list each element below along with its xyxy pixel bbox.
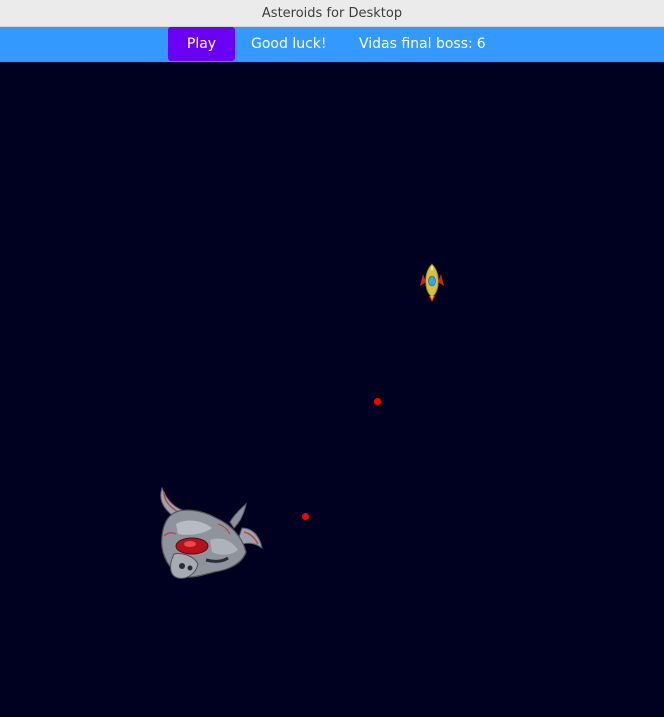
bullet-icon <box>374 398 381 405</box>
game-canvas[interactable] <box>0 62 664 717</box>
bullet-icon <box>302 513 309 520</box>
boss-lives-value: 6 <box>476 36 486 52</box>
toolbar: Play Good luck! Vidas final boss: 6 <box>0 27 664 62</box>
boss-lives-display: Vidas final boss: 6 <box>359 27 486 61</box>
player-ship-icon <box>420 263 444 302</box>
game-window: Asteroids for Desktop Play Good luck! Vi… <box>0 0 664 717</box>
window-title: Asteroids for Desktop <box>261 6 403 21</box>
status-message: Good luck! <box>251 36 327 52</box>
title-bar[interactable]: Asteroids for Desktop <box>0 0 664 27</box>
boss-lives-label: Vidas final boss: <box>359 36 473 52</box>
play-button[interactable]: Play <box>168 27 235 61</box>
final-boss-icon <box>160 486 263 579</box>
